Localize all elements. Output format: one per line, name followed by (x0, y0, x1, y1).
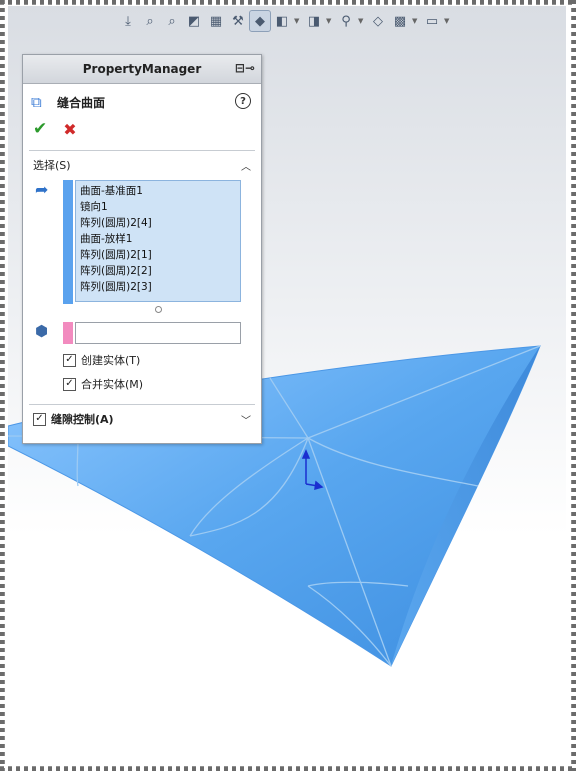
property-manager-panel: PropertyManager ⊟⊸ ⧉ 缝合曲面 ? ✔ ✖ 选择(S) ︿ … (22, 54, 262, 444)
merge-entities-label: 合并实体(M) (81, 378, 144, 391)
zoom-to-fit-icon[interactable]: ⤓ (118, 11, 138, 31)
feature-header: ⧉ 缝合曲面 ? (23, 88, 261, 116)
display-style-icon[interactable]: ⚒ (228, 11, 248, 31)
gap-control-group-header[interactable]: ✓ 缝隙控制(A) ﹀ (23, 407, 261, 431)
selection-color-bar (63, 180, 73, 304)
body-selection-field[interactable] (75, 322, 241, 344)
view-orientation-icon[interactable]: ▦ (206, 11, 226, 31)
gap-control-checkbox[interactable]: ✓ (33, 412, 46, 426)
render-icon[interactable]: ▩ (390, 11, 410, 31)
torn-edge-left (0, 0, 5, 771)
selection-faces-icon: ➦ (35, 180, 49, 199)
dropdown-arrow-icon[interactable]: ▼ (444, 17, 452, 25)
property-manager-title: PropertyManager (82, 62, 202, 76)
dropdown-arrow-icon[interactable]: ▼ (358, 17, 366, 25)
selections-group-header[interactable]: 选择(S) ︿ (23, 154, 261, 176)
torn-edge-bottom (0, 766, 576, 771)
list-item[interactable]: 阵列(圆周)2[1] (80, 247, 236, 263)
list-item[interactable]: 阵列(圆周)2[2] (80, 263, 236, 279)
list-item[interactable]: 镜向1 (80, 199, 236, 215)
body-color-bar (63, 322, 73, 344)
gap-control-label: 缝隙控制(A) (51, 413, 114, 426)
dropdown-arrow-icon[interactable]: ▼ (326, 17, 334, 25)
list-item[interactable]: 阵列(圆周)2[3] (80, 279, 236, 295)
list-item[interactable]: 曲面-基准面1 (80, 183, 236, 199)
merge-entities-option[interactable]: ✓ 合并实体(M) (23, 372, 261, 396)
dropdown-arrow-icon[interactable]: ▼ (294, 17, 302, 25)
pin-icon[interactable]: ⊟⊸ (235, 61, 255, 75)
list-item[interactable]: 曲面-放样1 (80, 231, 236, 247)
create-solid-option[interactable]: ✓ 创建实体(T) (23, 348, 261, 372)
screenshot-frame: ⤓ ⌕ ⌕ ◩ ▦ ⚒ ◆ ◧ ▼ ◨ ▼ ⚲ ▼ ◇ ▩ ▼ ▭ ▼ Prop… (0, 0, 576, 771)
feature-name: 缝合曲面 (57, 95, 106, 110)
hide-show-icon[interactable]: ◧ (272, 11, 292, 31)
scene-icon[interactable]: ⚲ (336, 11, 356, 31)
help-icon[interactable]: ? (235, 93, 251, 109)
heads-up-toolbar: ⤓ ⌕ ⌕ ◩ ▦ ⚒ ◆ ◧ ▼ ◨ ▼ ⚲ ▼ ◇ ▩ ▼ ▭ ▼ (118, 8, 452, 34)
previous-view-icon[interactable]: ⌕ (162, 11, 182, 31)
selections-group-title: 选择(S) (33, 159, 71, 172)
torn-edge-right (571, 0, 576, 771)
body-selection-row: ⬢ (23, 318, 261, 348)
section-view-icon[interactable]: ◩ (184, 11, 204, 31)
merge-entities-checkbox[interactable]: ✓ (63, 377, 76, 391)
monitor-icon[interactable]: ▭ (422, 11, 442, 31)
list-item[interactable]: 阵列(圆周)2[4] (80, 215, 236, 231)
dropdown-arrow-icon[interactable]: ▼ (412, 17, 420, 25)
selection-list[interactable]: 曲面-基准面1 镜向1 阵列(圆周)2[4] 曲面-放样1 阵列(圆周)2[1]… (75, 180, 241, 302)
zoom-area-icon[interactable]: ⌕ (140, 11, 160, 31)
ok-button[interactable]: ✔ (33, 119, 47, 139)
graphics-area[interactable]: ⤓ ⌕ ⌕ ◩ ▦ ⚒ ◆ ◧ ▼ ◨ ▼ ⚲ ▼ ◇ ▩ ▼ ▭ ▼ Prop… (8, 6, 566, 762)
edit-appearance-icon[interactable]: ◨ (304, 11, 324, 31)
create-solid-label: 创建实体(T) (81, 354, 141, 367)
solid-body-icon: ⬢ (35, 322, 49, 340)
chevron-down-icon[interactable]: ﹀ (241, 412, 251, 427)
chevron-up-icon[interactable]: ︿ (241, 158, 251, 173)
property-manager-title-bar: PropertyManager ⊟⊸ (23, 55, 261, 84)
action-buttons: ✔ ✖ (23, 116, 261, 142)
create-solid-checkbox[interactable]: ✓ (63, 353, 76, 367)
view-settings-icon[interactable]: ◇ (368, 11, 388, 31)
selections-section: ➦ 曲面-基准面1 镜向1 阵列(圆周)2[4] 曲面-放样1 阵列(圆周)2[… (23, 176, 261, 313)
cancel-button[interactable]: ✖ (63, 120, 76, 139)
list-resize-handle[interactable] (155, 306, 162, 313)
display-style-active-icon[interactable]: ◆ (249, 10, 271, 32)
divider (29, 150, 255, 151)
stitch-surface-icon: ⧉ (31, 93, 42, 111)
divider (29, 404, 255, 405)
